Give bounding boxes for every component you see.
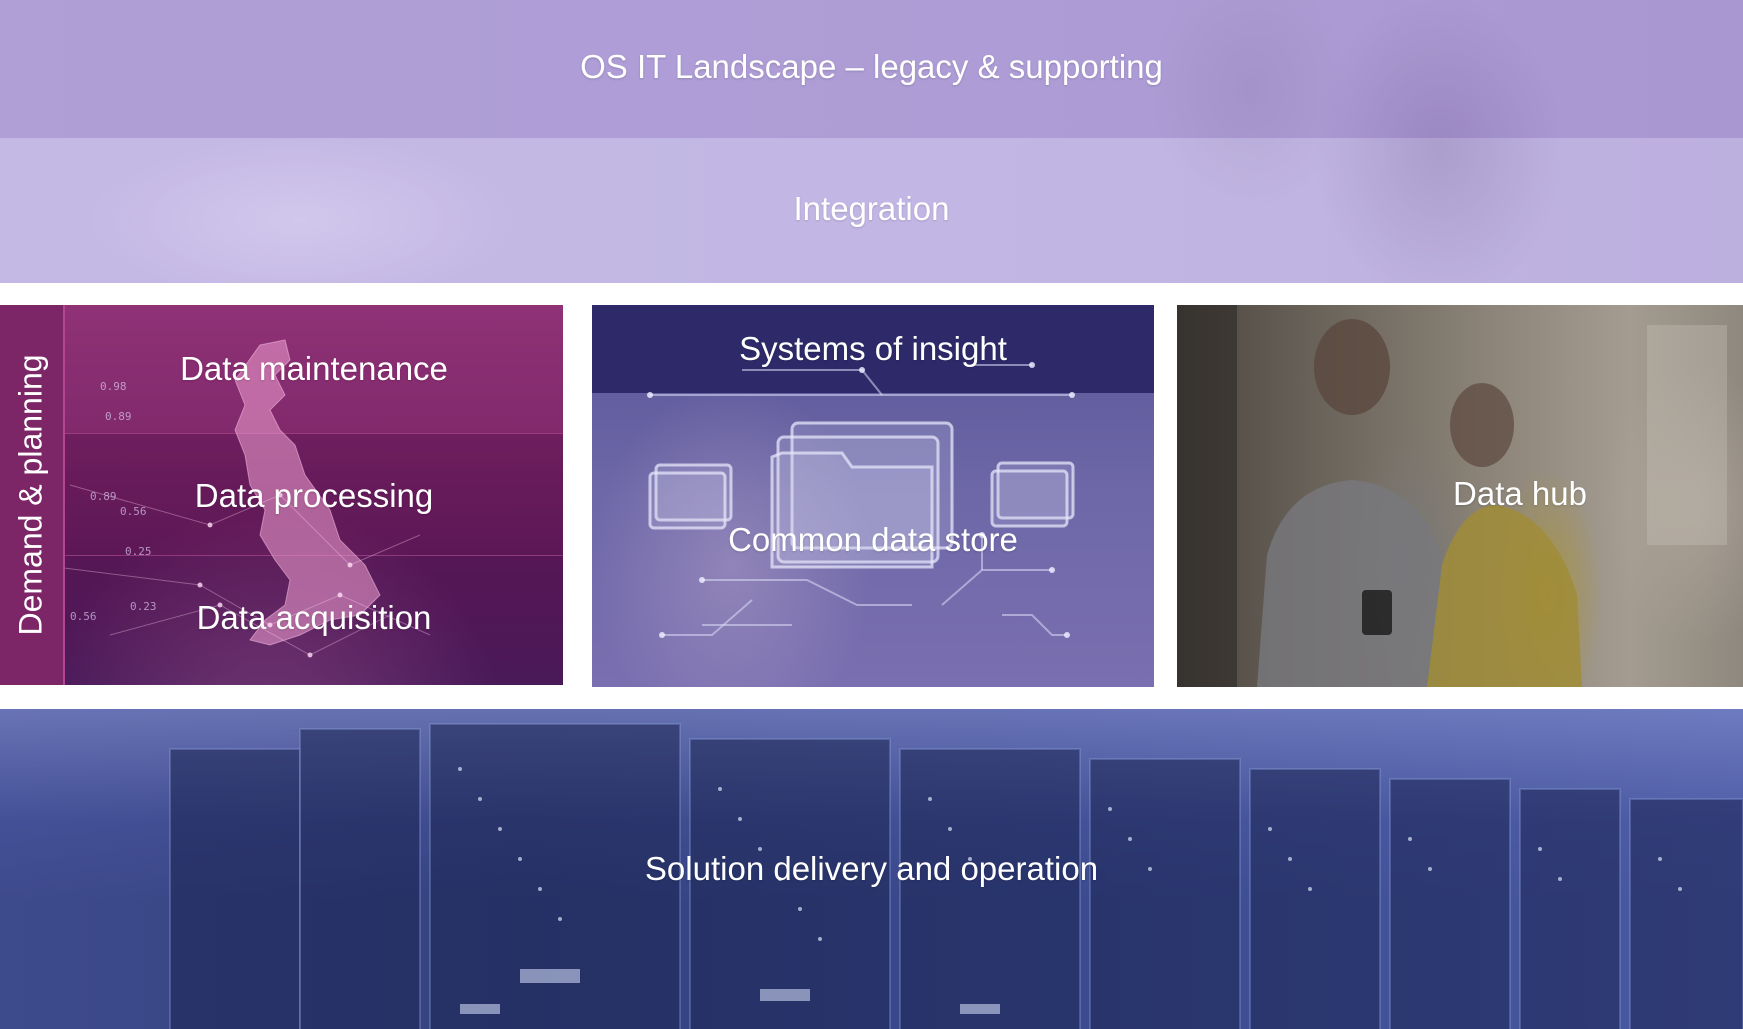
demand-planning-label: Demand & planning <box>12 354 49 636</box>
data-processing-label: Data processing <box>194 477 434 514</box>
solution-delivery-banner[interactable]: Solution delivery and operation <box>0 709 1743 1029</box>
insight-panel: Systems of insight Common data store <box>592 305 1154 687</box>
solution-delivery-label: Solution delivery and operation <box>644 850 1099 887</box>
map-number-label: 0.89 <box>105 410 132 423</box>
top-banner: OS IT Landscape – legacy & supporting In… <box>0 0 1743 283</box>
systems-of-insight-label: Systems of insight <box>739 330 1007 367</box>
landscape-title: OS IT Landscape – legacy & supporting <box>580 48 1163 85</box>
data-hub-panel[interactable]: Data hub <box>1177 305 1743 687</box>
common-data-store-label[interactable]: Common data store <box>592 521 1154 559</box>
integration-label[interactable]: Integration <box>0 190 1743 228</box>
data-lifecycle-panel: 0.98 0.89 0.56 0.89 0.25 0.23 0.56 Data mainte… <box>0 305 563 685</box>
data-hub-label: Data hub <box>1453 475 1587 512</box>
demand-planning-sidebar[interactable]: Demand & planning <box>0 305 65 685</box>
map-number-label: 0.25 <box>125 545 152 558</box>
data-maintenance-label: Data maintenance <box>180 350 448 387</box>
data-acquisition-label: Data acquisition <box>196 599 432 636</box>
